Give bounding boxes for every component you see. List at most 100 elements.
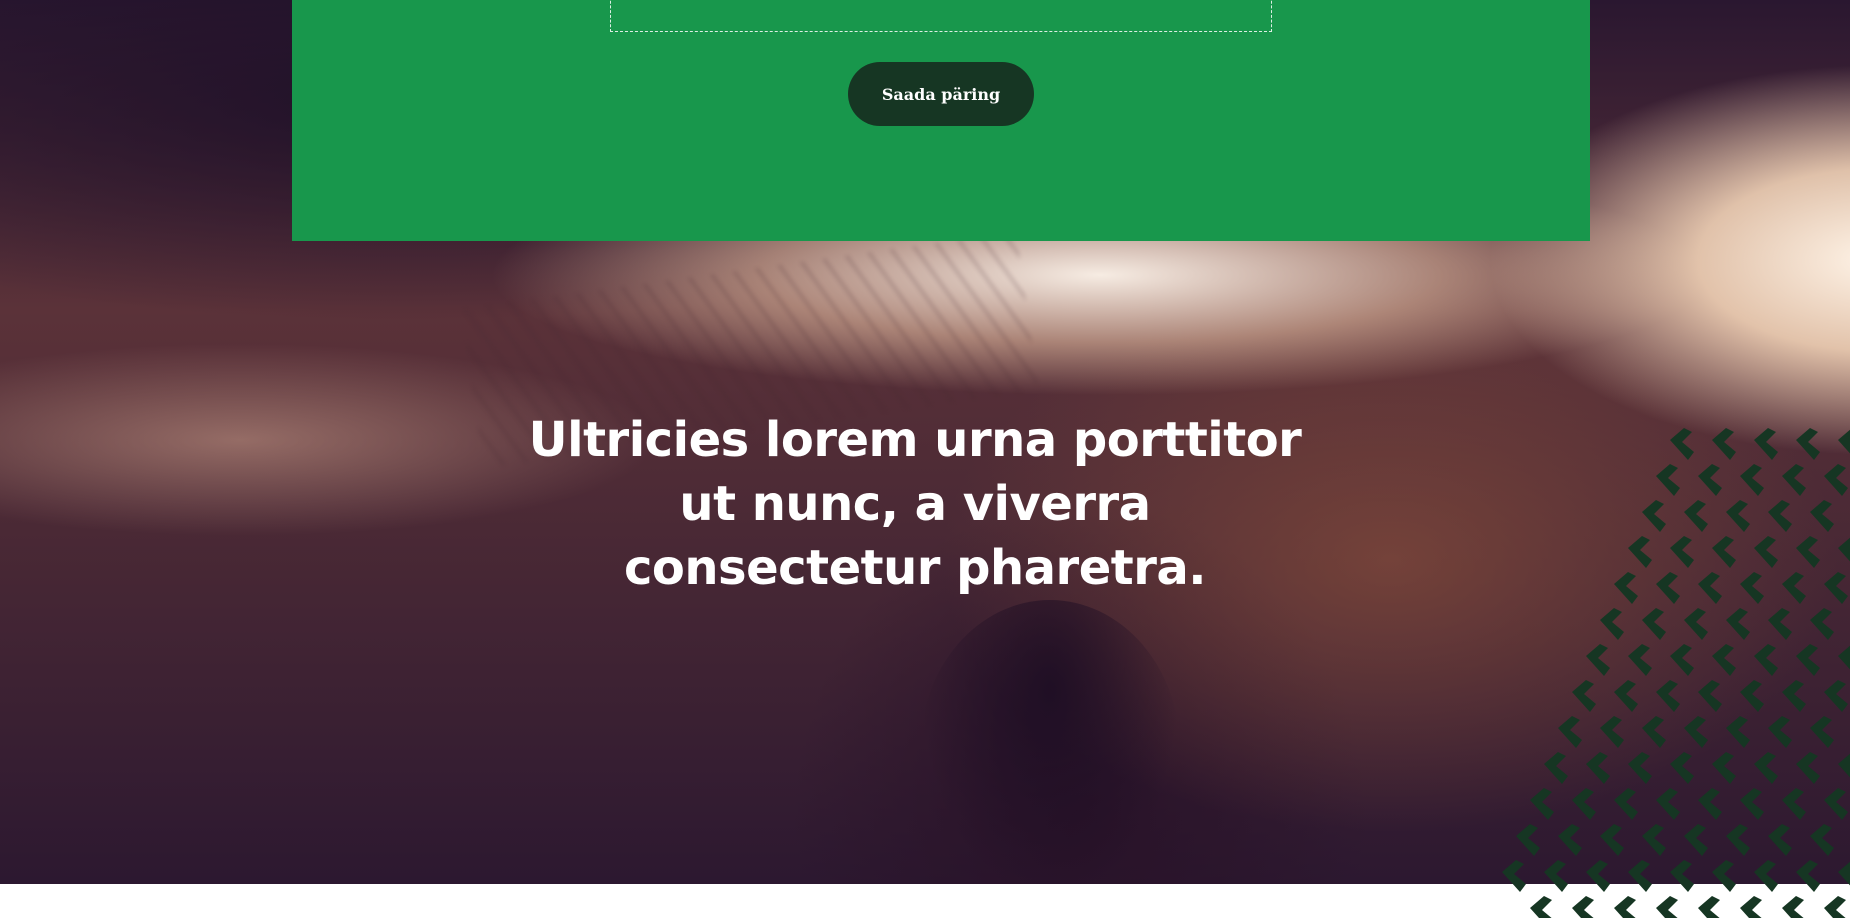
- leaf-pattern-shape: [1810, 500, 1834, 532]
- leaf-pattern-shape: [1796, 752, 1820, 784]
- leaf-pattern-shape: [1586, 752, 1610, 784]
- leaf-pattern-shape: [1600, 716, 1624, 748]
- leaf-pattern-shape: [1558, 824, 1582, 856]
- leaf-pattern-shape: [1740, 464, 1764, 496]
- leaf-pattern-shape: [1824, 788, 1848, 820]
- leaf-pattern-shape: [1698, 464, 1722, 496]
- leaf-pattern-shape: [1740, 896, 1762, 918]
- leaf-pattern-shape: [1698, 788, 1722, 820]
- leaf-pattern-shape: [1726, 824, 1750, 856]
- leaf-pattern-shape: [1810, 824, 1834, 856]
- leaf-pattern-shape: [1824, 680, 1848, 712]
- leaf-pattern-shape: [1782, 896, 1804, 918]
- leaf-pattern-shape: [1838, 753, 1850, 778]
- leaf-pattern-shape: [1698, 572, 1722, 604]
- leaf-pattern-shape: [1614, 896, 1636, 918]
- leaf-pattern-shape: [1796, 428, 1820, 460]
- leaf-pattern-shape: [1740, 572, 1764, 604]
- leaf-pattern-shape: [1838, 645, 1850, 670]
- leaf-pattern-shape: [1544, 860, 1568, 892]
- leaf-pattern-shape: [1726, 608, 1750, 640]
- leaf-pattern-shape: [1670, 752, 1694, 784]
- leaf-pattern-shape: [1796, 644, 1820, 676]
- leaf-pattern-shape: [1768, 716, 1792, 748]
- leaf-pattern-shape: [1530, 788, 1554, 820]
- leaf-pattern-shape: [1628, 536, 1652, 568]
- leaf-pattern-shape: [1838, 429, 1850, 454]
- leaf-pattern-shape: [1768, 608, 1792, 640]
- leaf-pattern-shape: [1628, 644, 1652, 676]
- leaf-pattern-shape: [1824, 896, 1846, 918]
- leaf-pattern-shape: [1712, 644, 1736, 676]
- leaf-pattern-shape: [1670, 428, 1694, 460]
- leaf-pattern-shape: [1698, 680, 1722, 712]
- contact-form-panel: Saada päring: [292, 0, 1590, 241]
- leaf-pattern-shape: [1782, 572, 1806, 604]
- leaf-pattern-shape: [1796, 860, 1820, 892]
- leaf-pattern-shape: [1502, 860, 1526, 892]
- leaf-pattern-shape: [1572, 788, 1596, 820]
- leaf-pattern-shape: [1698, 896, 1720, 918]
- leaf-pattern-shape: [1782, 680, 1806, 712]
- send-inquiry-button[interactable]: Saada päring: [848, 62, 1034, 126]
- leaf-pattern-shape: [1824, 572, 1848, 604]
- form-dropzone-field[interactable]: [610, 0, 1272, 32]
- leaf-pattern-shape: [1782, 788, 1806, 820]
- leaf-pattern-shape: [1754, 644, 1778, 676]
- leaf-pattern-shape: [1544, 752, 1568, 784]
- leaf-pattern-shape: [1572, 896, 1594, 918]
- leaf-pattern-shape: [1670, 536, 1694, 568]
- leaf-pattern-shape: [1838, 861, 1850, 886]
- leaf-pattern-shape: [1656, 896, 1678, 918]
- leaf-pattern-shape: [1642, 824, 1666, 856]
- leaf-pattern-shape: [1586, 644, 1610, 676]
- leaf-pattern-shape: [1656, 464, 1680, 496]
- leaf-pattern-shape: [1712, 752, 1736, 784]
- leaf-pattern-shape: [1586, 860, 1610, 892]
- leaf-pattern-shape: [1768, 824, 1792, 856]
- leaf-pattern-shape: [1642, 608, 1666, 640]
- leaf-pattern-shape: [1740, 788, 1764, 820]
- leaf-pattern-shape: [1572, 680, 1596, 712]
- leaf-pattern-shape: [1754, 860, 1778, 892]
- leaf-pattern-shape: [1712, 536, 1736, 568]
- leaf-pattern-shape: [1670, 644, 1694, 676]
- leaf-pattern-shape: [1614, 788, 1638, 820]
- leaf-pattern-shape: [1642, 500, 1666, 532]
- leaf-pattern-shape: [1600, 608, 1624, 640]
- leaf-pattern-shape: [1782, 464, 1806, 496]
- hero-headline: Ultricies lorem urna porttitor ut nunc, …: [528, 412, 1302, 596]
- leaf-pattern-shape: [1656, 572, 1680, 604]
- leaf-pattern-shape: [1754, 752, 1778, 784]
- leaf-pattern-shape: [1810, 716, 1834, 748]
- leaf-pattern-shape: [1810, 608, 1834, 640]
- leaf-pattern-shape: [1712, 428, 1736, 460]
- leaf-pattern-shape: [1558, 716, 1582, 748]
- leaf-pattern-shape: [1684, 824, 1708, 856]
- page: Saada päring Ultricies lorem urna portti…: [0, 0, 1850, 918]
- leaf-pattern-shape: [1600, 824, 1624, 856]
- leaf-pattern-shape: [1614, 680, 1638, 712]
- leaf-pattern-shape: [1656, 680, 1680, 712]
- leaf-pattern-shape: [1726, 500, 1750, 532]
- leaf-pattern-shape: [1712, 860, 1736, 892]
- book-spine-shadow: [920, 600, 1180, 884]
- leaf-pattern-shape: [1628, 860, 1652, 892]
- leaf-pattern-shape: [1642, 716, 1666, 748]
- leaf-pattern-shape: [1684, 500, 1708, 532]
- leaf-pattern-icon: [1502, 428, 1850, 918]
- leaf-pattern-shape: [1684, 608, 1708, 640]
- leaf-pattern-shape: [1516, 824, 1540, 856]
- leaf-pattern-shape: [1628, 752, 1652, 784]
- leaf-pattern-shape: [1684, 716, 1708, 748]
- leaf-pattern-shape: [1754, 428, 1778, 460]
- leaf-pattern-shape: [1530, 896, 1552, 918]
- leaf-pattern-shape: [1656, 788, 1680, 820]
- leaf-pattern-shape: [1768, 500, 1792, 532]
- leaf-pattern-shape: [1824, 464, 1848, 496]
- leaf-pattern-shape: [1670, 860, 1694, 892]
- leaf-pattern-shape: [1614, 572, 1638, 604]
- leaf-pattern-shape: [1754, 536, 1778, 568]
- leaf-pattern-shape: [1726, 716, 1750, 748]
- leaf-pattern-shape: [1838, 537, 1850, 562]
